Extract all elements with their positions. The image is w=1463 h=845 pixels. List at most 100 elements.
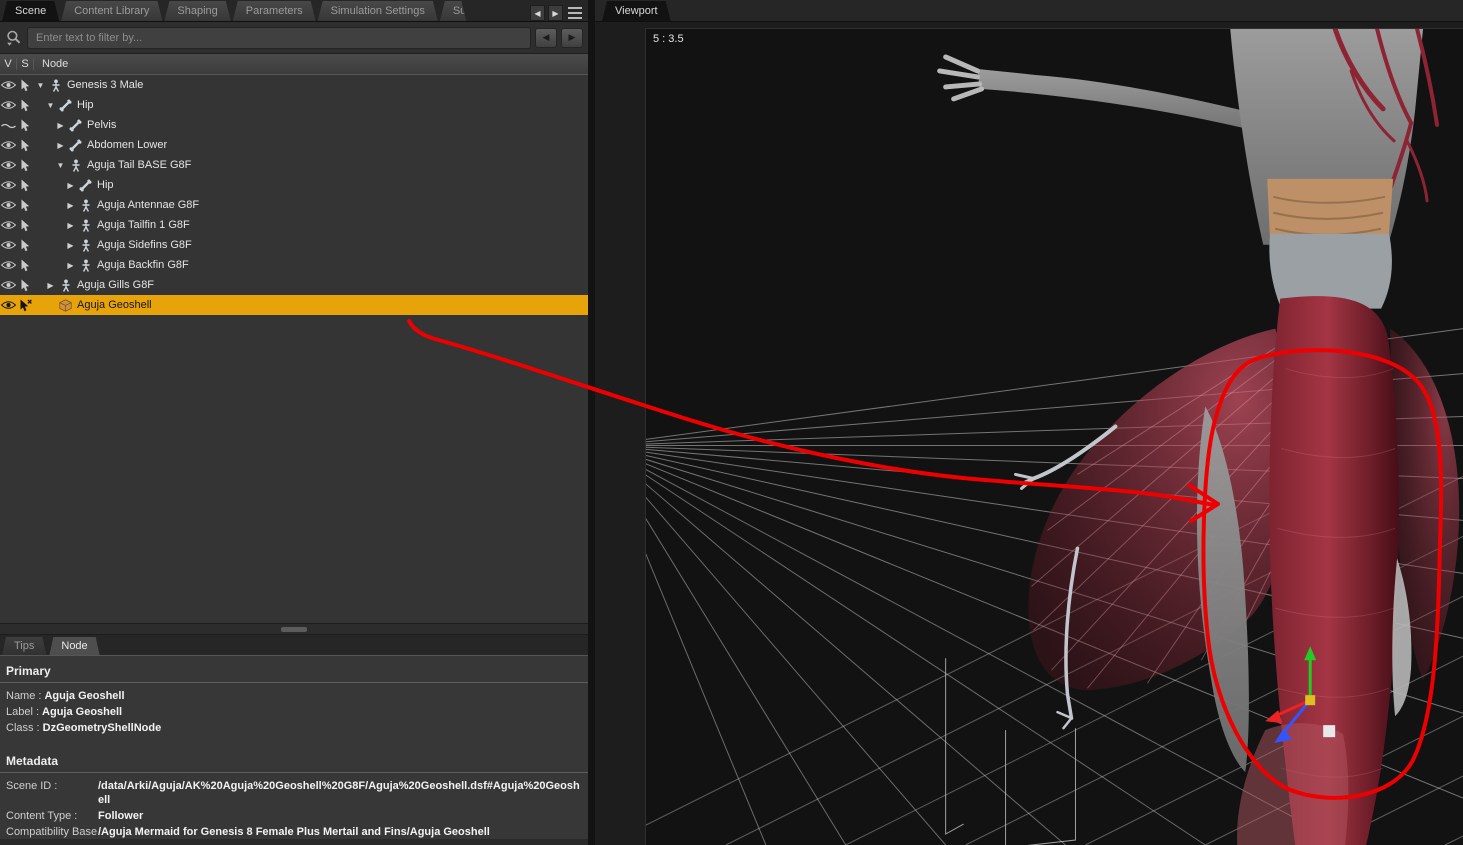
tab-simulation-settings[interactable]: Simulation Settings	[318, 1, 438, 21]
gizmo-center-icon[interactable]	[1305, 695, 1316, 706]
selectable-pointer-icon[interactable]	[17, 219, 34, 232]
splitter-handle[interactable]	[0, 623, 588, 635]
tree-column-header: V S Node	[0, 54, 588, 75]
selectable-pointer-icon[interactable]	[17, 179, 34, 192]
filter-next-button[interactable]: ▶	[561, 27, 583, 48]
expand-arrow-icon[interactable]: ▼	[54, 161, 67, 170]
node-label: Aguja Sidefins G8F	[97, 239, 192, 251]
selectable-pointer-icon[interactable]	[17, 259, 34, 272]
expand-arrow-icon[interactable]: ▶	[64, 221, 77, 230]
tab-parameters[interactable]: Parameters	[233, 1, 316, 21]
viewport[interactable]: 5 : 3.5	[595, 22, 1463, 845]
tab-scroll-left-button[interactable]: ◀	[530, 5, 545, 21]
render-area[interactable]: 5 : 3.5	[645, 28, 1463, 845]
visibility-eye-icon[interactable]	[0, 100, 17, 110]
visibility-eye-icon[interactable]	[0, 160, 17, 170]
node-label: Hip	[97, 179, 114, 191]
selectable-pointer-icon[interactable]	[17, 299, 34, 312]
expand-arrow-icon[interactable]: ▶	[64, 241, 77, 250]
tree-row-aguja-gills-g8f[interactable]: ▶ Aguja Gills G8F	[0, 275, 588, 295]
selectable-pointer-icon[interactable]	[17, 119, 34, 132]
expand-arrow-icon[interactable]: ▶	[64, 201, 77, 210]
figure-icon	[77, 199, 94, 212]
visibility-eye-icon[interactable]	[0, 180, 17, 190]
tab-tips[interactable]: Tips	[2, 637, 46, 655]
visibility-eye-icon[interactable]	[0, 220, 17, 230]
node-label: Aguja Antennae G8F	[97, 199, 200, 211]
tree-row-aguja-geoshell[interactable]: Aguja Geoshell	[0, 295, 588, 315]
selectable-pointer-icon[interactable]	[17, 279, 34, 292]
node-label: Aguja Tail BASE G8F	[87, 159, 192, 171]
visibility-eye-icon[interactable]	[0, 120, 17, 130]
expand-arrow-icon[interactable]: ▶	[54, 141, 67, 150]
node-label: Aguja Backfin G8F	[97, 259, 189, 271]
tree-row-hip[interactable]: ▶ Hip	[0, 175, 588, 195]
splitter-grip-icon	[281, 626, 307, 632]
left-tabbar: Scene Content Library Shaping Parameters Sim…	[0, 0, 588, 22]
tree-row-hip[interactable]: ▼ Hip	[0, 95, 588, 115]
bottom-tabbar: Tips Node	[0, 635, 588, 655]
tree-row-aguja-tail-base-g8f[interactable]: ▼ Aguja Tail BASE G8F	[0, 155, 588, 175]
tree-row-aguja-sidefins-g8f[interactable]: ▶ Aguja Sidefins G8F	[0, 235, 588, 255]
tree-row-abdomen-lower[interactable]: ▶ Abdomen Lower	[0, 135, 588, 155]
tab-viewport[interactable]: Viewport	[602, 1, 671, 21]
figure-icon	[47, 79, 64, 92]
selectable-pointer-icon[interactable]	[17, 79, 34, 92]
node-label: Aguja Tailfin 1 G8F	[97, 219, 190, 231]
selectable-pointer-icon[interactable]	[17, 159, 34, 172]
expand-arrow-icon[interactable]: ▼	[44, 101, 57, 110]
search-icon[interactable]	[5, 29, 23, 47]
expand-arrow-icon[interactable]: ▶	[64, 181, 77, 190]
visibility-eye-icon[interactable]	[0, 260, 17, 270]
tree-row-aguja-tailfin-1-g8f[interactable]: ▶ Aguja Tailfin 1 G8F	[0, 215, 588, 235]
tab-scroll-right-button[interactable]: ▶	[548, 5, 563, 21]
scene-tree: ▼ Genesis 3 Male ▼ Hip ▶ Pelvis ▶ Abdomen Lower…	[0, 75, 588, 623]
tab-su[interactable]: Su	[440, 1, 466, 21]
tree-row-aguja-backfin-g8f[interactable]: ▶ Aguja Backfin G8F	[0, 255, 588, 275]
bone-icon	[57, 99, 74, 112]
node-label: Aguja Gills G8F	[77, 279, 155, 291]
node-label: Aguja Geoshell	[77, 299, 152, 311]
expand-arrow-icon[interactable]: ▶	[44, 281, 57, 290]
tab-node[interactable]: Node	[49, 637, 99, 655]
visibility-eye-icon[interactable]	[0, 200, 17, 210]
filter-prev-button[interactable]: ◀	[535, 27, 557, 48]
expand-arrow-icon[interactable]: ▼	[34, 81, 47, 90]
visibility-eye-icon[interactable]	[0, 140, 17, 150]
filter-input[interactable]	[27, 26, 531, 49]
selectable-pointer-icon[interactable]	[17, 99, 34, 112]
daz-studio-app: Scene Content Library Shaping Parameters Sim…	[0, 0, 1463, 845]
metadata-heading: Metadata	[0, 748, 588, 773]
filter-bar: ◀ ▶	[0, 22, 588, 54]
bone-icon	[77, 179, 94, 192]
tree-row-aguja-antennae-g8f[interactable]: ▶ Aguja Antennae G8F	[0, 195, 588, 215]
tab-content-library[interactable]: Content Library	[61, 1, 162, 21]
tab-shaping[interactable]: Shaping	[164, 1, 230, 21]
bone-icon	[67, 119, 84, 132]
tree-row-genesis-3-male[interactable]: ▼ Genesis 3 Male	[0, 75, 588, 95]
expand-arrow-icon[interactable]: ▶	[54, 121, 67, 130]
viewport-tabbar: Viewport	[595, 0, 1463, 22]
column-selectability: S	[17, 58, 34, 70]
field-content-type: Content Type : Follower	[6, 810, 144, 822]
panel-menu-icon[interactable]	[566, 5, 584, 21]
viewport-pane: Viewport 5 : 3.5	[595, 0, 1463, 845]
selectable-pointer-icon[interactable]	[17, 199, 34, 212]
expand-arrow-icon[interactable]: ▶	[64, 261, 77, 270]
visibility-eye-icon[interactable]	[0, 280, 17, 290]
tab-scene[interactable]: Scene	[2, 1, 59, 21]
field-name: Name : Aguja Geoshell	[6, 690, 125, 702]
node-label: Pelvis	[87, 119, 117, 131]
visibility-eye-icon[interactable]	[0, 80, 17, 90]
aspect-ratio-label: 5 : 3.5	[653, 33, 684, 45]
node-label: Genesis 3 Male	[67, 79, 144, 91]
selectable-pointer-icon[interactable]	[17, 239, 34, 252]
field-label: Label : Aguja Geoshell	[6, 706, 123, 718]
selectable-pointer-icon[interactable]	[17, 139, 34, 152]
visibility-eye-icon[interactable]	[0, 240, 17, 250]
figure-icon	[77, 259, 94, 272]
gizmo-cube-icon[interactable]	[1323, 725, 1336, 738]
visibility-eye-icon[interactable]	[0, 300, 17, 310]
3d-scene	[646, 29, 1463, 845]
tree-row-pelvis[interactable]: ▶ Pelvis	[0, 115, 588, 135]
